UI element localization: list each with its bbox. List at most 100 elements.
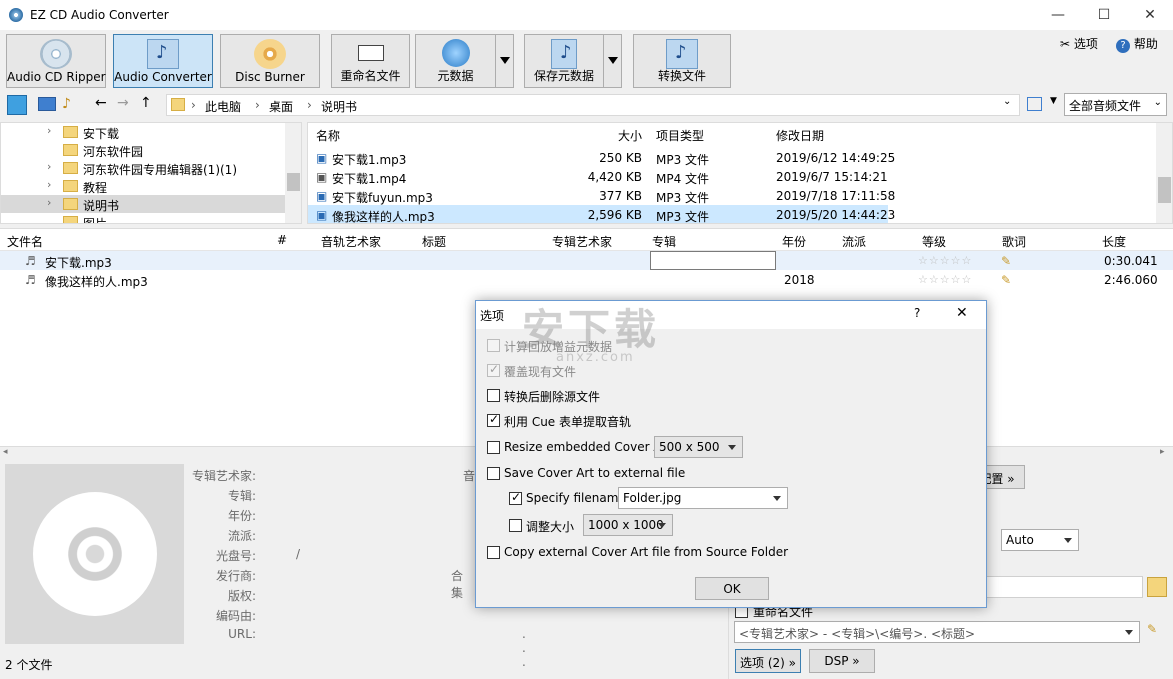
- disc-burner-button[interactable]: Disc Burner: [220, 34, 320, 88]
- music-folder-icon[interactable]: ♪: [62, 96, 71, 112]
- label-copyright: 版权:: [227, 589, 256, 603]
- dialog-close-button[interactable]: ✕: [956, 305, 968, 321]
- file-row[interactable]: ▣ 安下载fuyun.mp3 377 KB MP3 文件 2019/7/18 1…: [308, 186, 895, 205]
- dialog-title: 选项: [480, 309, 505, 323]
- cover-art-panel[interactable]: [5, 464, 184, 644]
- tree-item[interactable]: 图片: [1, 213, 285, 223]
- options-link[interactable]: ✂ 选项: [1060, 35, 1098, 52]
- resize-select[interactable]: 1000 x 1000: [583, 514, 673, 536]
- album-edit-field[interactable]: [650, 251, 776, 270]
- scroll-left-icon[interactable]: ◂: [3, 447, 8, 457]
- tree-item[interactable]: 河东软件园: [1, 141, 285, 159]
- help-link[interactable]: ? 帮助: [1116, 35, 1158, 53]
- specify-filename-checkbox[interactable]: [509, 490, 522, 505]
- save-metadata-dropdown[interactable]: [604, 34, 622, 88]
- view-dropdown-icon[interactable]: ▼: [1050, 96, 1057, 106]
- computer-icon[interactable]: [38, 97, 56, 111]
- column-genre[interactable]: 流派: [842, 233, 866, 250]
- column-album[interactable]: 专辑: [652, 233, 676, 250]
- home-icon[interactable]: [7, 95, 27, 115]
- lyrics-icon[interactable]: ✎: [1001, 254, 1011, 268]
- options-button-label: 选项 (2) »: [740, 656, 796, 670]
- expand-icon[interactable]: ›: [47, 160, 51, 173]
- options-button[interactable]: 选项 (2) »: [735, 649, 801, 673]
- lyrics-icon[interactable]: ✎: [1001, 273, 1011, 287]
- up-icon[interactable]: ↑: [140, 95, 152, 111]
- column-title[interactable]: 标题: [422, 233, 446, 250]
- column-size[interactable]: 大小: [618, 127, 642, 144]
- tree-item-label: 说明书: [83, 199, 120, 213]
- rating-stars[interactable]: ☆☆☆☆☆: [918, 273, 972, 286]
- resize-cover-select[interactable]: 500 x 500: [654, 436, 743, 458]
- rename-pattern-select[interactable]: <专辑艺术家> - <专辑>\<编号>. <标题>: [734, 621, 1140, 643]
- file-row[interactable]: ▣ 安下载1.mp3 250 KB MP3 文件 2019/6/12 14:49…: [308, 148, 895, 167]
- resize-checkbox[interactable]: [509, 519, 522, 532]
- dsp-button-label: DSP »: [824, 654, 860, 668]
- expand-icon[interactable]: ›: [47, 124, 51, 137]
- minimize-button[interactable]: —: [1035, 0, 1081, 30]
- column-lyrics[interactable]: 歌词: [1002, 233, 1026, 250]
- edit-pattern-icon[interactable]: ✎: [1147, 622, 1167, 642]
- audio-converter-button[interactable]: Audio Converter: [113, 34, 213, 88]
- forward-icon[interactable]: →: [117, 95, 129, 111]
- back-icon[interactable]: ←: [95, 95, 107, 111]
- column-year[interactable]: 年份: [782, 233, 806, 250]
- track-row[interactable]: ♬ 安下载.mp3 ☆☆☆☆☆ ✎ 0:30.041: [0, 251, 1173, 270]
- expand-icon[interactable]: ›: [47, 196, 51, 209]
- overwrite-checkbox[interactable]: [487, 362, 500, 377]
- replaygain-checkbox[interactable]: [487, 339, 500, 352]
- folder-icon: [171, 98, 185, 111]
- file-row[interactable]: ▣ 安下载1.mp4 4,420 KB MP4 文件 2019/6/7 15:1…: [308, 167, 888, 186]
- resize-cover-checkbox[interactable]: [487, 441, 500, 454]
- dialog-help-button[interactable]: ?: [914, 306, 920, 320]
- rename-files-button[interactable]: 重命名文件: [331, 34, 410, 88]
- column-length[interactable]: 长度: [1102, 233, 1126, 250]
- track-row[interactable]: ♬ 像我这样的人.mp3 2018 ☆☆☆☆☆ ✎ 2:46.060: [0, 270, 1173, 289]
- column-number[interactable]: #: [277, 233, 287, 247]
- file-date: 2019/6/7 15:14:21: [776, 170, 888, 184]
- column-type[interactable]: 项目类型: [656, 127, 704, 144]
- tree-item[interactable]: › 安下载: [1, 123, 285, 141]
- dsp-button[interactable]: DSP »: [809, 649, 875, 673]
- save-metadata-button[interactable]: 保存元数据: [524, 34, 604, 88]
- column-album-artist[interactable]: 专辑艺术家: [552, 233, 612, 250]
- delete-source-checkbox[interactable]: [487, 389, 500, 402]
- auto-select[interactable]: Auto: [1001, 529, 1079, 551]
- scroll-thumb[interactable]: [287, 173, 300, 191]
- view-icon[interactable]: [1027, 97, 1042, 111]
- scroll-right-icon[interactable]: ▸: [1160, 447, 1165, 457]
- column-date[interactable]: 修改日期: [776, 127, 824, 144]
- save-cover-checkbox[interactable]: [487, 467, 500, 480]
- file-list: 名称 大小 项目类型 修改日期 ▣ 安下载1.mp3 250 KB MP3 文件…: [307, 122, 1173, 224]
- scroll-thumb[interactable]: [1158, 177, 1171, 203]
- file-type-filter[interactable]: 全部音频文件 ⌄: [1064, 93, 1167, 116]
- chevron-down-icon[interactable]: ⌄: [1003, 96, 1011, 107]
- column-rating[interactable]: 等级: [922, 233, 946, 250]
- file-row-selected[interactable]: ▣ 像我这样的人.mp3 2,596 KB MP3 文件 2019/5/20 1…: [308, 205, 895, 223]
- audio-cd-ripper-button[interactable]: Audio CD Ripper: [6, 34, 106, 88]
- ok-button[interactable]: OK: [695, 577, 769, 600]
- close-button[interactable]: ✕: [1127, 0, 1173, 30]
- filename-select[interactable]: Folder.jpg: [618, 487, 788, 509]
- convert-files-button[interactable]: 转换文件: [633, 34, 731, 88]
- metadata-dropdown[interactable]: [496, 34, 514, 88]
- column-name[interactable]: 名称: [316, 127, 340, 144]
- file-list-scrollbar[interactable]: [1156, 123, 1172, 223]
- copy-cover-checkbox[interactable]: [487, 546, 500, 559]
- breadcrumb-desktop[interactable]: 桌面: [269, 98, 293, 115]
- tree-item[interactable]: › 教程: [1, 177, 285, 195]
- column-filename[interactable]: 文件名: [7, 233, 43, 250]
- maximize-button[interactable]: ☐: [1081, 0, 1127, 30]
- breadcrumb-this-pc[interactable]: 此电脑: [205, 98, 241, 115]
- tree-item-selected[interactable]: › 说明书: [1, 195, 285, 213]
- cue-sheet-checkbox[interactable]: [487, 412, 500, 427]
- column-track-artist[interactable]: 音轨艺术家: [321, 233, 381, 250]
- tree-scrollbar[interactable]: [285, 123, 301, 223]
- expand-icon[interactable]: ›: [47, 178, 51, 191]
- metadata-button[interactable]: 元数据: [415, 34, 496, 88]
- browse-folder-icon[interactable]: [1147, 577, 1167, 597]
- tree-item[interactable]: › 河东软件园专用编辑器(1)(1): [1, 159, 285, 177]
- address-input[interactable]: › 此电脑 › 桌面 › 说明书 ⌄: [166, 94, 1020, 116]
- breadcrumb-manual[interactable]: 说明书: [321, 98, 357, 115]
- rating-stars[interactable]: ☆☆☆☆☆: [918, 254, 972, 267]
